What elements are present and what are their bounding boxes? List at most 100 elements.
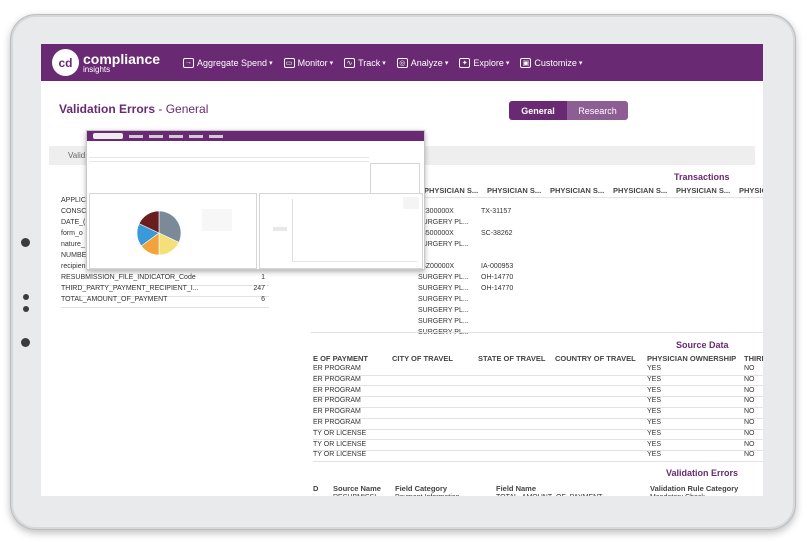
column-header[interactable]: PHYSICIA	[739, 186, 763, 195]
column-header[interactable]: PHYSICIAN S...	[613, 186, 667, 195]
divider	[313, 374, 763, 376]
table-cell: SURGERY PL...	[418, 274, 469, 281]
divider	[313, 439, 763, 441]
table-cell: NO	[744, 386, 755, 394]
nav-customize[interactable]: ▣ Customize ▾	[520, 57, 583, 68]
column-header[interactable]: COUNTRY OF TRAVEL	[555, 354, 636, 363]
nav-analyze[interactable]: ◎ Analyze ▾	[396, 57, 449, 68]
list-item[interactable]: RESUBMISSION_FILE_INDICATOR_Code 1	[61, 274, 269, 285]
tab-general[interactable]: General	[509, 101, 567, 120]
nav-label: Monitor	[297, 57, 328, 68]
table-cell: Payment Information	[395, 494, 460, 496]
divider	[313, 450, 763, 452]
error-count: 247	[253, 285, 265, 292]
table-cell: TOTAL_AMOUNT_OF_PAYMENT	[496, 494, 602, 496]
caret-down-icon: ▾	[329, 59, 334, 67]
nav-monitor[interactable]: ▭ Monitor ▾	[283, 57, 334, 68]
divider	[313, 385, 763, 387]
divider	[313, 417, 763, 419]
table-cell: YES	[647, 451, 662, 459]
caret-down-icon: ▾	[505, 59, 510, 67]
list-item[interactable]: THIRD_PARTY_PAYMENT_RECIPIENT_I... 247	[61, 285, 269, 296]
caret-down-icon: ▾	[444, 59, 449, 67]
nav-label: Explore	[473, 57, 504, 68]
column-header[interactable]: Validation Rule Category	[650, 484, 738, 493]
divider	[313, 428, 763, 430]
nav-track[interactable]: ∿ Track ▾	[344, 57, 386, 68]
brand-name: compliance	[83, 50, 161, 67]
table-cell: NO	[744, 419, 755, 426]
table-cell: NO	[744, 365, 755, 372]
pie-chart	[136, 210, 182, 256]
table-cell: ER PROGRAM	[313, 397, 361, 405]
table-cell: SURGERY PL...	[418, 285, 469, 292]
table-cell: NO	[744, 408, 755, 416]
nav-label: Analyze	[410, 57, 443, 68]
nav-label: Track	[358, 57, 381, 68]
preview-bar-panel	[259, 193, 423, 269]
aggregate-spend-icon: →	[183, 57, 194, 68]
table-cell: SC-38262	[481, 230, 513, 237]
table-cell: SURGERY PL...	[418, 307, 469, 314]
column-header[interactable]: Field Name	[496, 484, 536, 493]
column-header[interactable]: CITY OF TRAVEL	[392, 354, 453, 363]
table-cell: SURGERY PL...	[418, 318, 469, 325]
nav-label: Customize	[534, 57, 577, 68]
table-cell: SURGERY PL...	[418, 219, 469, 226]
table-cell: Mandatory Check	[650, 494, 705, 496]
table-cell: YES	[647, 408, 662, 416]
brand-logo[interactable]: cd compliance insights	[52, 49, 180, 76]
tab-research[interactable]: Research	[567, 101, 628, 120]
explore-icon: ✦	[459, 57, 471, 68]
nav-aggregate-spend[interactable]: → Aggregate Spend ▾	[183, 57, 273, 68]
table-cell: YES	[647, 386, 662, 394]
caret-down-icon: ▾	[382, 59, 386, 67]
dashboard-preview	[86, 130, 425, 270]
nav-explore[interactable]: ✦ Explore ▾	[459, 57, 510, 68]
column-header[interactable]: PHYSICIAN S...	[676, 186, 730, 195]
monitor-icon: ▭	[283, 57, 295, 68]
column-header[interactable]: THIRD	[744, 354, 763, 363]
side-button-icon	[21, 338, 30, 347]
field-name: NUMBE	[61, 252, 87, 259]
sensor-icon	[23, 306, 29, 312]
column-header[interactable]: E OF PAYMENT	[313, 354, 368, 363]
source-data-title: Source Data	[676, 340, 729, 350]
column-header[interactable]: PHYSICIAN S...	[487, 186, 541, 195]
table-cell: YES	[647, 397, 662, 405]
divider	[311, 332, 763, 333]
column-header[interactable]: PHYSICIAN OWNERSHIP	[647, 354, 736, 363]
table-cell: YES	[647, 429, 662, 437]
caret-down-icon: ▾	[578, 59, 583, 67]
table-cell: ER PROGRAM	[313, 375, 361, 383]
column-header[interactable]: PHYSICIAN S...	[550, 186, 604, 195]
list-item[interactable]: TOTAL_AMOUNT_OF_PAYMENT 6	[61, 296, 269, 307]
column-header[interactable]: Source Name	[333, 484, 381, 493]
table-cell: RESUBMISSI	[333, 494, 376, 496]
view-toggle: General Research	[509, 101, 628, 120]
table-cell: ER PROGRAM	[313, 408, 361, 416]
column-header[interactable]: D	[313, 484, 318, 493]
divider	[61, 307, 269, 308]
main-menu: → Aggregate Spend ▾ ▭ Monitor ▾ ∿ Track ▾ ◎ Analyz…	[183, 57, 593, 68]
column-header[interactable]: STATE OF TRAVEL	[478, 354, 546, 363]
table-cell: SURGERY PL...	[418, 296, 469, 303]
table-cell: ER PROGRAM	[313, 365, 361, 372]
nav-label: Aggregate Spend	[197, 57, 268, 68]
divider	[313, 460, 763, 462]
column-header[interactable]: PHYSICIAN S...	[424, 186, 478, 195]
validation-errors-title: Validation Errors	[666, 468, 739, 478]
divider	[313, 396, 763, 398]
column-header[interactable]: Field Category	[395, 484, 447, 493]
page-title: Validation Errors - General	[59, 102, 209, 116]
logo-mark-icon: cd	[52, 49, 79, 76]
table-cell: OH-14770	[481, 285, 514, 292]
table-cell: YES	[647, 419, 662, 426]
field-name: TOTAL_AMOUNT_OF_PAYMENT	[61, 296, 168, 303]
track-icon: ∿	[344, 57, 356, 68]
field-name: DATE_(	[61, 219, 86, 226]
field-name: THIRD_PARTY_PAYMENT_RECIPIENT_I...	[61, 285, 199, 292]
table-cell: ER PROGRAM	[313, 419, 361, 426]
side-button-icon	[21, 238, 30, 247]
caret-down-icon: ▾	[269, 59, 273, 67]
